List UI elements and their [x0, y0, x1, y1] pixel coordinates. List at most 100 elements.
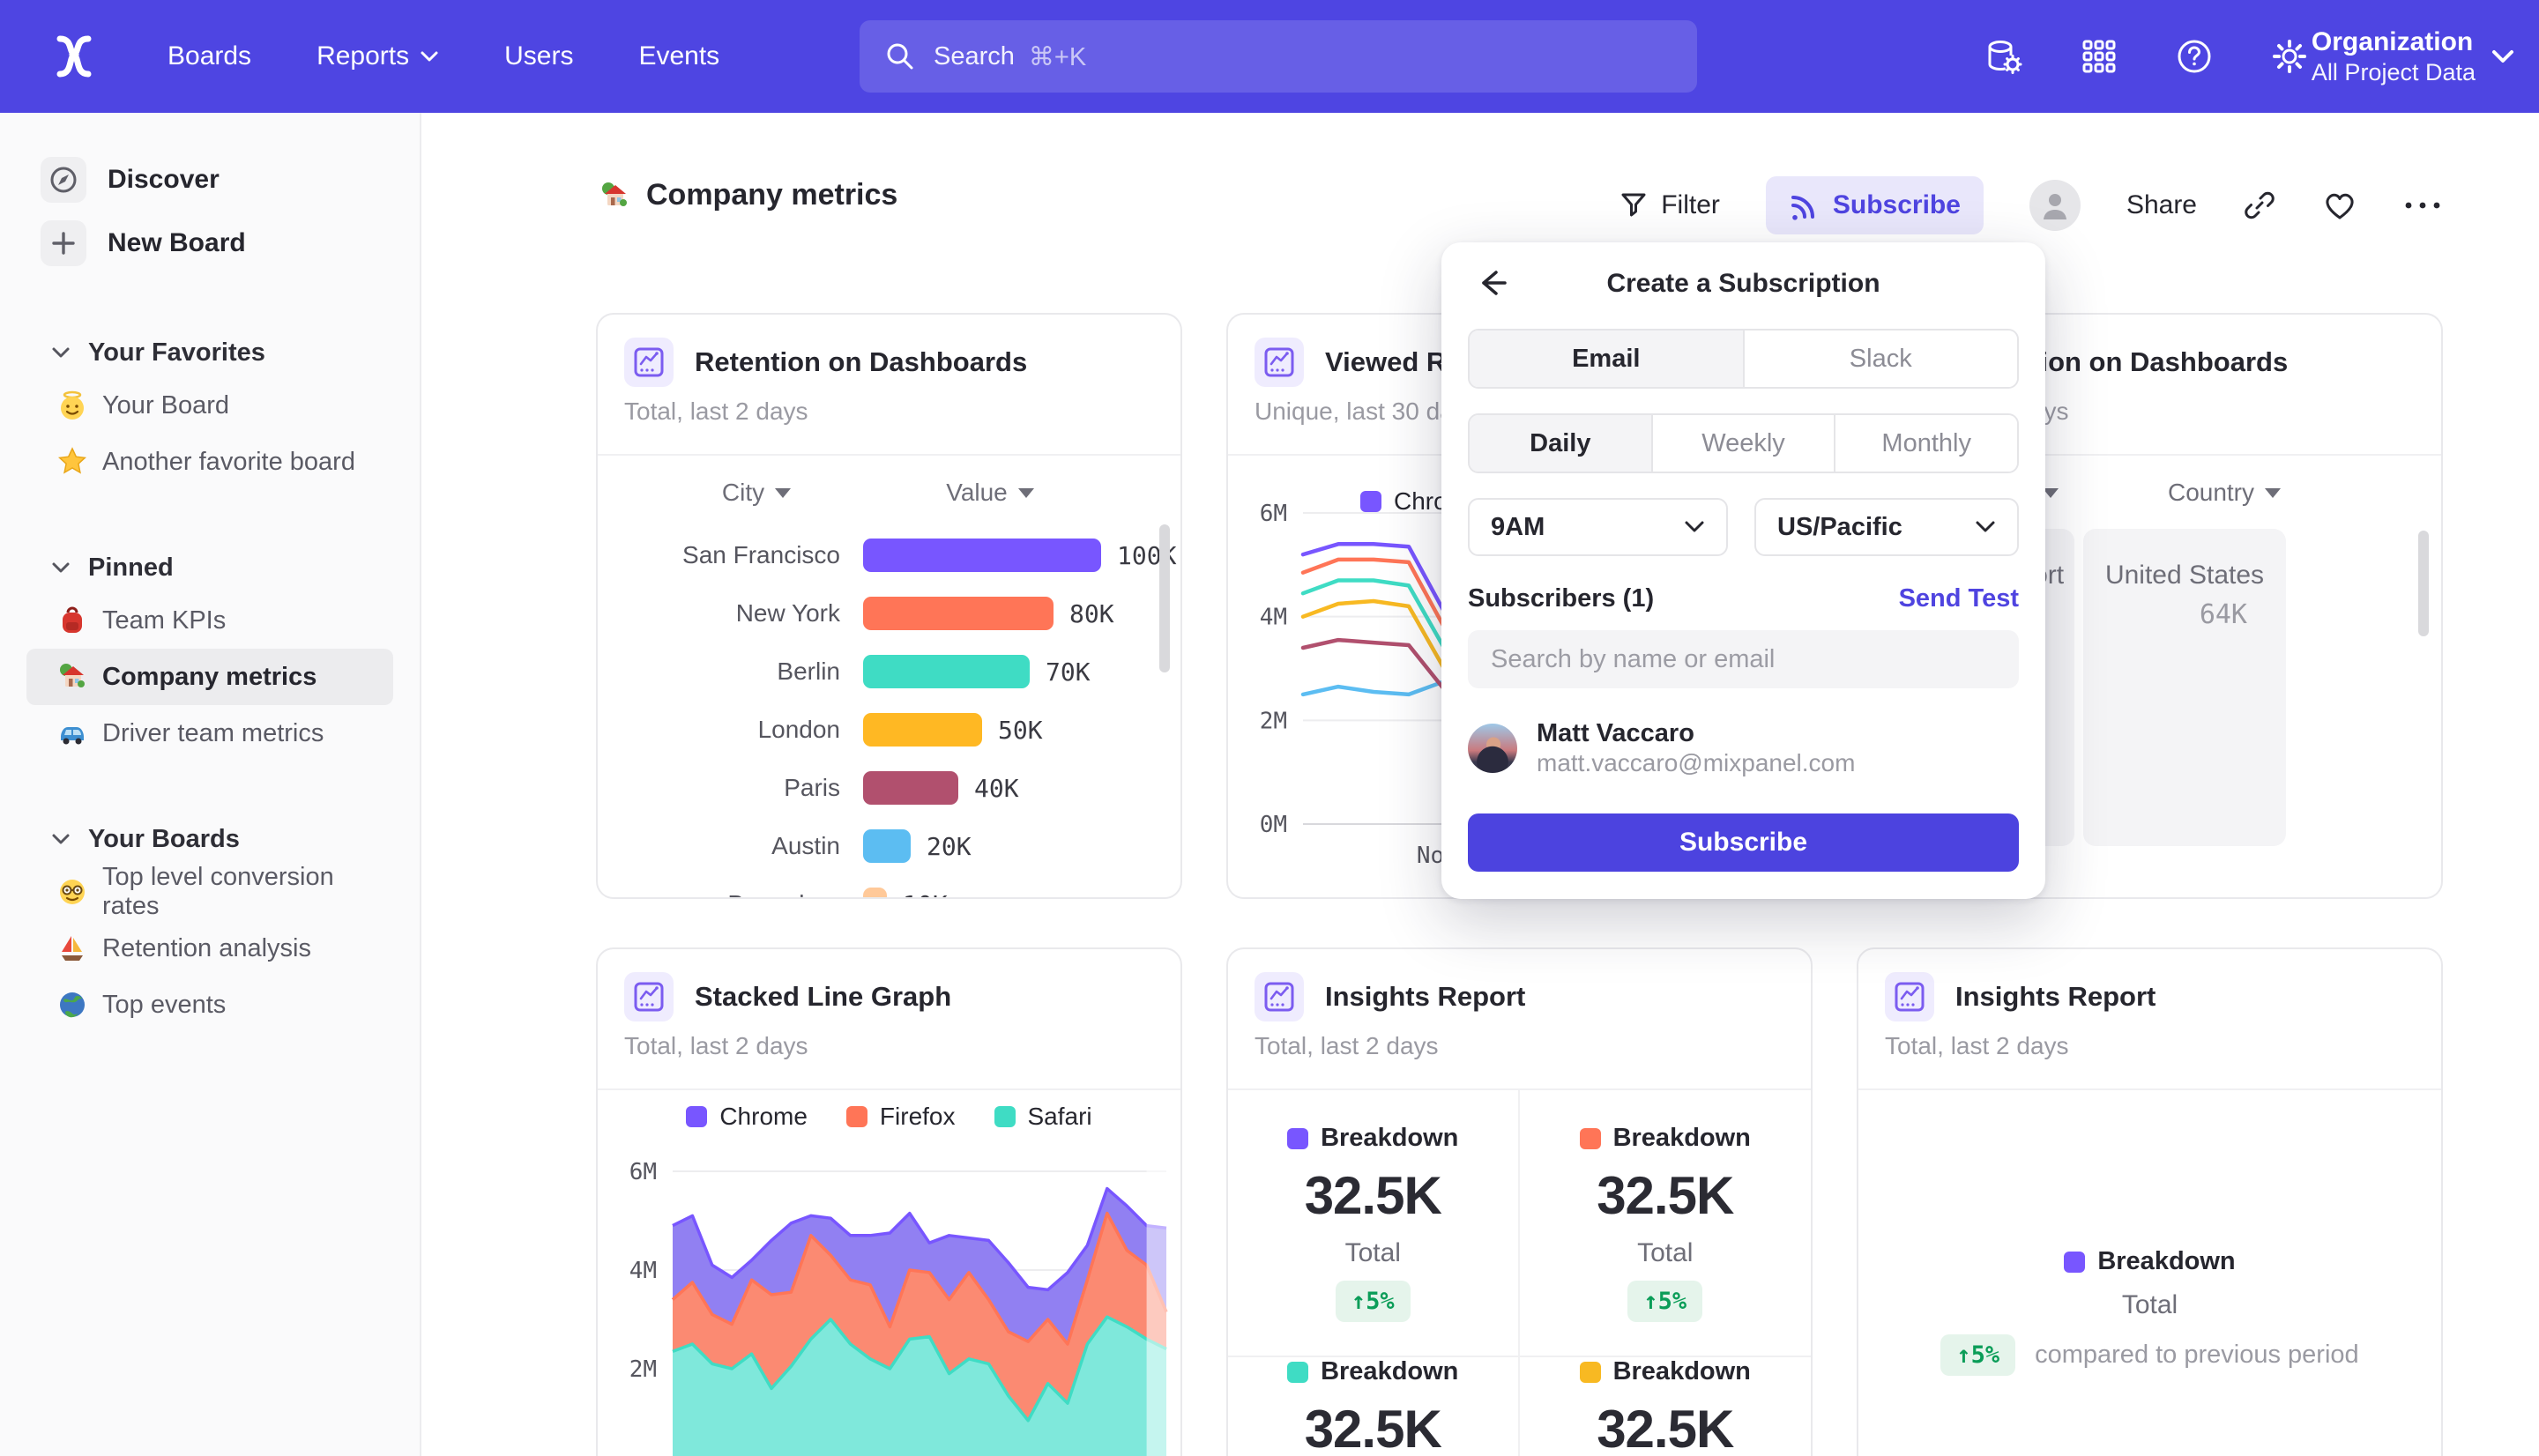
bar: [863, 888, 887, 899]
timezone-select[interactable]: US/Pacific: [1754, 498, 2019, 556]
filter-icon: [1619, 190, 1649, 220]
user-avatar[interactable]: [2029, 180, 2081, 231]
heart-icon[interactable]: [2322, 189, 2357, 222]
nerd-face-emoji: [56, 876, 88, 908]
org-switcher[interactable]: Organization All Project Data: [2312, 0, 2514, 113]
table-row[interactable]: London50K: [598, 701, 1180, 759]
metric-label: Breakdown: [1580, 1124, 1751, 1153]
card-stacked-line-graph: Stacked Line Graph Total, last 2 days Ch…: [596, 947, 1182, 1456]
table-row[interactable]: San Francisco100K: [598, 526, 1180, 584]
sidebar-section-title[interactable]: Your Favorites: [0, 328, 420, 377]
tab-monthly[interactable]: Monthly: [1834, 415, 2017, 472]
table-row[interactable]: New York80K: [598, 584, 1180, 643]
link-icon[interactable]: [2243, 189, 2276, 222]
report-chart-icon: [1885, 972, 1934, 1021]
table-cell-country[interactable]: United States 64K: [2083, 529, 2286, 846]
metric-sub: Total: [2122, 1290, 2178, 1320]
table-row[interactable]: Paris40K: [598, 759, 1180, 817]
sidebar-item-discover[interactable]: Discover: [0, 148, 420, 212]
search-icon: [884, 41, 916, 72]
sidebar-item-new-board[interactable]: New Board: [0, 212, 420, 275]
svg-text:6M: 6M: [629, 1159, 657, 1185]
sidebar-item-retention-analysis[interactable]: Retention analysis: [26, 920, 393, 977]
search-input[interactable]: Search ⌘+K: [860, 20, 1697, 93]
sidebar-section-title[interactable]: Your Boards: [0, 814, 420, 864]
globe-emoji: [56, 989, 88, 1021]
more-icon[interactable]: [2403, 199, 2442, 212]
bar-value: 20K: [927, 832, 972, 861]
table-row[interactable]: Bangalore 10K: [598, 875, 1180, 899]
bar-label: Austin: [631, 832, 840, 860]
data-pipeline-icon[interactable]: [1984, 36, 2024, 77]
legend-swatch: [1580, 1128, 1601, 1149]
report-chart-icon: [1255, 338, 1304, 387]
subscribe-button[interactable]: Subscribe: [1766, 176, 1984, 234]
metric-value: 32.5K: [1305, 1399, 1441, 1456]
table-row[interactable]: Berlin70K: [598, 643, 1180, 701]
metric-value: 32.5K: [1305, 1165, 1441, 1226]
insight-metric: Breakdown32.5KTotal↑5%: [1520, 1357, 1812, 1456]
time-select[interactable]: 9AM: [1468, 498, 1728, 556]
sidebar-section-title[interactable]: Pinned: [0, 543, 420, 592]
metric-label: Breakdown: [2064, 1247, 2235, 1276]
send-test-link[interactable]: Send Test: [1899, 584, 2019, 613]
legend-swatch: [686, 1106, 707, 1127]
nav-item-reports[interactable]: Reports: [316, 41, 439, 71]
delta-badge: ↑5%: [1336, 1281, 1411, 1322]
subscriber-avatar: [1468, 724, 1517, 773]
card-subtitle: Total, last 2 days: [1885, 1032, 2415, 1060]
card-subtitle: Total, last 2 days: [624, 1032, 1154, 1060]
sidebar-item-company-metrics[interactable]: Company metrics: [26, 649, 393, 705]
sidebar-item-your-board[interactable]: Your Board: [26, 377, 393, 434]
subscriber-name: Matt Vaccaro: [1537, 718, 1855, 748]
nav-item-users[interactable]: Users: [504, 41, 573, 71]
modal-title: Create a Subscription: [1441, 269, 2045, 299]
bar-label: Berlin: [631, 657, 840, 686]
subscriber-email: matt.vaccaro@mixpanel.com: [1537, 748, 1855, 778]
card-retention-dashboards: Retention on Dashboards Total, last 2 da…: [596, 313, 1182, 899]
insight-metric: Breakdown32.5KTotal↑5%: [1520, 1090, 1812, 1357]
subscriber-row[interactable]: Matt Vaccaro matt.vaccaro@mixpanel.com: [1468, 718, 1855, 778]
sidebar: DiscoverNew Board Your FavoritesYour Boa…: [0, 113, 421, 1456]
share-button[interactable]: Share: [2126, 190, 2197, 220]
chevron-down-icon: [420, 50, 439, 63]
chevron-down-icon: [51, 561, 71, 574]
car-emoji: [56, 717, 88, 749]
column-header-value[interactable]: Value: [889, 479, 1091, 507]
tab-email[interactable]: Email: [1470, 331, 1743, 387]
settings-gear-icon[interactable]: [2269, 36, 2310, 77]
scrollbar-thumb[interactable]: [1159, 524, 1170, 672]
filter-button[interactable]: Filter: [1619, 190, 1720, 220]
tab-weekly[interactable]: Weekly: [1651, 415, 1835, 472]
nav-item-events[interactable]: Events: [638, 41, 719, 71]
chevron-down-icon: [51, 833, 71, 845]
scrollbar-thumb[interactable]: [2418, 531, 2429, 636]
sidebar-item-top-events[interactable]: Top events: [26, 977, 393, 1033]
nav-utilities: [1984, 0, 2310, 113]
column-header-country[interactable]: Country: [2123, 479, 2326, 507]
tab-slack[interactable]: Slack: [1743, 331, 2018, 387]
card-title: Retention on Dashboards: [695, 346, 1027, 378]
brand-logo-icon[interactable]: [49, 32, 99, 81]
bar-value: 10K: [903, 890, 948, 900]
bar: [863, 829, 911, 863]
modal-subscribe-button[interactable]: Subscribe: [1468, 813, 2019, 872]
sidebar-item-another-favorite-board[interactable]: Another favorite board: [26, 434, 393, 490]
metric-label: Breakdown: [1580, 1357, 1751, 1386]
compass-icon: [41, 157, 86, 203]
person-icon: [2037, 188, 2073, 223]
column-header-city[interactable]: City: [633, 479, 880, 507]
sidebar-item-top-level-conversion-rates[interactable]: Top level conversion rates: [26, 864, 393, 920]
bar-label: Bangalore: [631, 890, 840, 899]
help-icon[interactable]: [2174, 36, 2215, 77]
chevron-down-icon: [51, 346, 71, 359]
nav-item-boards[interactable]: Boards: [168, 41, 251, 71]
tab-daily[interactable]: Daily: [1470, 415, 1651, 472]
subscriber-search-input[interactable]: [1468, 630, 2019, 688]
sidebar-item-team-kpis[interactable]: Team KPIs: [26, 592, 393, 649]
apps-grid-icon[interactable]: [2079, 36, 2119, 77]
svg-text:6M: 6M: [1260, 501, 1287, 527]
legend-swatch: [846, 1106, 867, 1127]
sidebar-item-driver-team-metrics[interactable]: Driver team metrics: [26, 705, 393, 761]
table-row[interactable]: Austin 20K: [598, 817, 1180, 875]
